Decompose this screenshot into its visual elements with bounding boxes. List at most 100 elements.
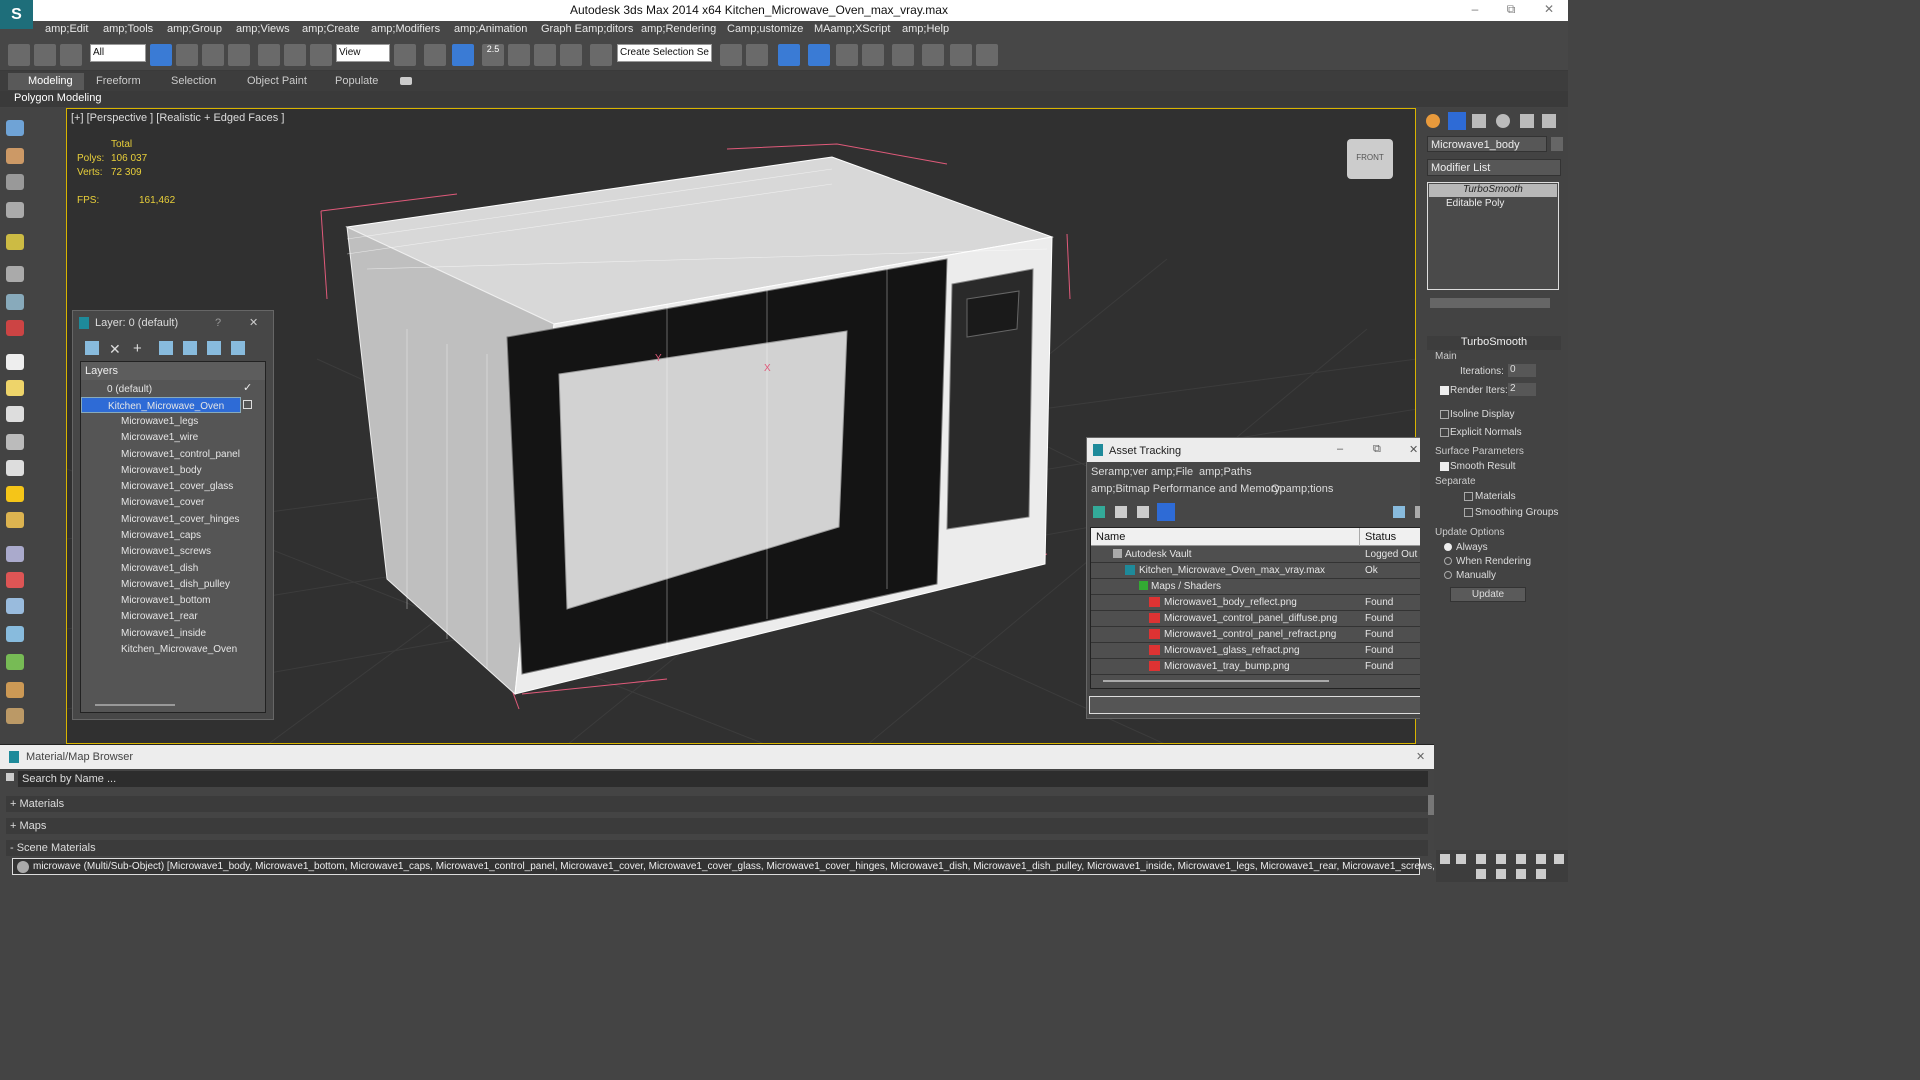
maximize-viewport-icon[interactable] — [1554, 854, 1564, 864]
menu-create[interactable]: amp;Create — [302, 23, 359, 35]
create-icon[interactable] — [6, 120, 24, 136]
table-row[interactable]: Kitchen_Microwave_Oven_max_vray.max Ok — [1091, 563, 1431, 579]
render-iters-spinner[interactable]: 2 — [1508, 383, 1536, 396]
asset-menu-server[interactable]: Seramp;ver — [1091, 466, 1148, 478]
layer-row[interactable]: Microwave1_body — [81, 462, 265, 478]
viewcube-icon[interactable]: FRONT — [1347, 139, 1393, 179]
layer-row[interactable]: Microwave1_dish — [81, 560, 265, 576]
turbosmooth-rollout[interactable]: TurboSmooth — [1427, 336, 1561, 350]
explicit-normals-checkbox[interactable] — [1440, 428, 1449, 437]
tab-object-paint[interactable]: Object Paint — [247, 75, 307, 87]
tab-freeform[interactable]: Freeform — [96, 75, 141, 87]
asset-menu-bitmap[interactable]: amp;Bitmap Performance and Memory — [1091, 483, 1280, 495]
asset-help-icon[interactable] — [1393, 506, 1405, 518]
render-setup-icon[interactable] — [922, 44, 944, 66]
create-tab-icon[interactable] — [1426, 114, 1440, 128]
asset-path-field[interactable] — [1089, 696, 1431, 714]
select-by-name-icon[interactable] — [176, 44, 198, 66]
layers-header[interactable]: Layers — [81, 362, 265, 380]
tree-view-icon[interactable] — [1137, 506, 1149, 518]
zoom-icon[interactable] — [1496, 854, 1506, 864]
angle-snap-icon[interactable] — [508, 44, 530, 66]
layer-explorer-icon[interactable] — [808, 44, 830, 66]
stack-tools-icons[interactable] — [1430, 298, 1550, 308]
table-row[interactable]: Microwave1_glass_refract.png Found — [1091, 643, 1431, 659]
menu-customize[interactable]: Camp;ustomize — [727, 23, 803, 35]
highlight-layer-icon[interactable] — [183, 341, 197, 355]
refresh-icon[interactable] — [1093, 506, 1105, 518]
maximize-button[interactable]: ⧉ — [1496, 2, 1526, 18]
window-crossing-icon[interactable] — [228, 44, 250, 66]
layer-row[interactable]: Microwave1_legs — [81, 413, 265, 429]
layer-row[interactable]: Microwave1_cover_hinges — [81, 511, 265, 527]
iterations-spinner[interactable]: 0 — [1508, 364, 1536, 377]
rotate-icon[interactable] — [284, 44, 306, 66]
tab-selection[interactable]: Selection — [171, 75, 216, 87]
utilities-icon[interactable] — [6, 266, 24, 282]
layer-row[interactable]: Microwave1_caps — [81, 527, 265, 543]
modify-icon[interactable] — [6, 148, 24, 164]
active-layer-check-icon[interactable]: ✓ — [243, 381, 252, 394]
key-mode-icon[interactable] — [1456, 854, 1466, 864]
layer-row[interactable]: Microwave1_cover_glass — [81, 478, 265, 494]
menu-tools[interactable]: amp;Tools — [103, 23, 153, 35]
menu-help[interactable]: amp;Help — [902, 23, 949, 35]
layer-row-default[interactable]: 0 (default) — [81, 381, 265, 397]
sphere-icon[interactable] — [6, 380, 24, 396]
named-selection-dropdown[interactable]: Create Selection Se — [617, 44, 712, 62]
space-warp-icon[interactable] — [6, 598, 24, 614]
render-iters-checkbox[interactable] — [1440, 386, 1449, 395]
hierarchy-tab-icon[interactable] — [1472, 114, 1486, 128]
asset-scrollbar[interactable] — [1103, 680, 1329, 682]
asset-menu-options[interactable]: Opamp;tions — [1271, 483, 1333, 495]
tab-populate[interactable]: Populate — [335, 75, 378, 87]
scale-icon[interactable] — [310, 44, 332, 66]
fov-icon[interactable] — [1476, 869, 1486, 879]
pivot-icon[interactable] — [394, 44, 416, 66]
table-view-icon[interactable] — [1157, 503, 1175, 521]
always-radio[interactable] — [1444, 543, 1452, 551]
render-frame-icon[interactable] — [950, 44, 972, 66]
stack-item-turbosmooth[interactable]: TurboSmooth — [1429, 184, 1557, 197]
scene-materials-section[interactable]: - Scene Materials — [6, 840, 1428, 856]
motion-icon[interactable] — [6, 202, 24, 218]
snap-toggle-icon[interactable]: 2.5 — [482, 44, 504, 66]
rect-selection-icon[interactable] — [202, 44, 224, 66]
matbrowser-scrollbar[interactable] — [1428, 795, 1434, 815]
percent-snap-icon[interactable] — [534, 44, 556, 66]
keyboard-shortcut-icon[interactable] — [452, 44, 474, 66]
layer-row[interactable]: Kitchen_Microwave_Oven — [81, 641, 265, 657]
menu-modifiers[interactable]: amp;Modifiers — [371, 23, 440, 35]
layer-close-button[interactable]: ✕ — [249, 316, 258, 329]
layer-row[interactable]: Microwave1_screws — [81, 543, 265, 559]
asset-maximize-button[interactable]: ⧉ — [1373, 443, 1381, 456]
select-object-icon[interactable] — [150, 44, 172, 66]
col-name-header[interactable]: Name — [1096, 531, 1125, 543]
schematic-view-icon[interactable] — [862, 44, 884, 66]
hair-icon[interactable] — [6, 682, 24, 698]
table-row[interactable]: Microwave1_control_panel_refract.png Foun… — [1091, 627, 1431, 643]
cloth-icon[interactable] — [6, 708, 24, 724]
freeze-layers-icon[interactable] — [231, 341, 245, 355]
layer-list[interactable]: Layers 0 (default) ✓ Kitchen_Microwave_O… — [80, 361, 266, 713]
motion-tab-icon[interactable] — [1496, 114, 1510, 128]
teapot-icon[interactable] — [6, 434, 24, 450]
layer-row[interactable]: Microwave1_dish_pulley — [81, 576, 265, 592]
materials-checkbox[interactable] — [1464, 492, 1473, 501]
ref-coord-dropdown[interactable]: View — [336, 44, 390, 62]
isoline-checkbox[interactable] — [1440, 410, 1449, 419]
grid-icon[interactable] — [6, 546, 24, 562]
layer-row-kitchen[interactable]: Kitchen_Microwave_Oven — [81, 397, 241, 413]
pan-icon[interactable] — [1496, 869, 1506, 879]
update-button[interactable]: Update — [1450, 587, 1526, 602]
walkthrough-icon[interactable] — [1536, 869, 1546, 879]
tab-modeling[interactable]: Modeling — [8, 73, 84, 90]
materials-section[interactable]: + Materials — [6, 796, 1428, 812]
curve-editor-icon[interactable] — [836, 44, 858, 66]
play-icon[interactable] — [1440, 854, 1450, 864]
render-icon[interactable] — [6, 320, 24, 336]
layer-row[interactable]: Microwave1_control_panel — [81, 446, 265, 462]
light-icon[interactable] — [6, 486, 24, 502]
edit-named-selection-icon[interactable] — [590, 44, 612, 66]
menu-views[interactable]: amp;Views — [236, 23, 290, 35]
